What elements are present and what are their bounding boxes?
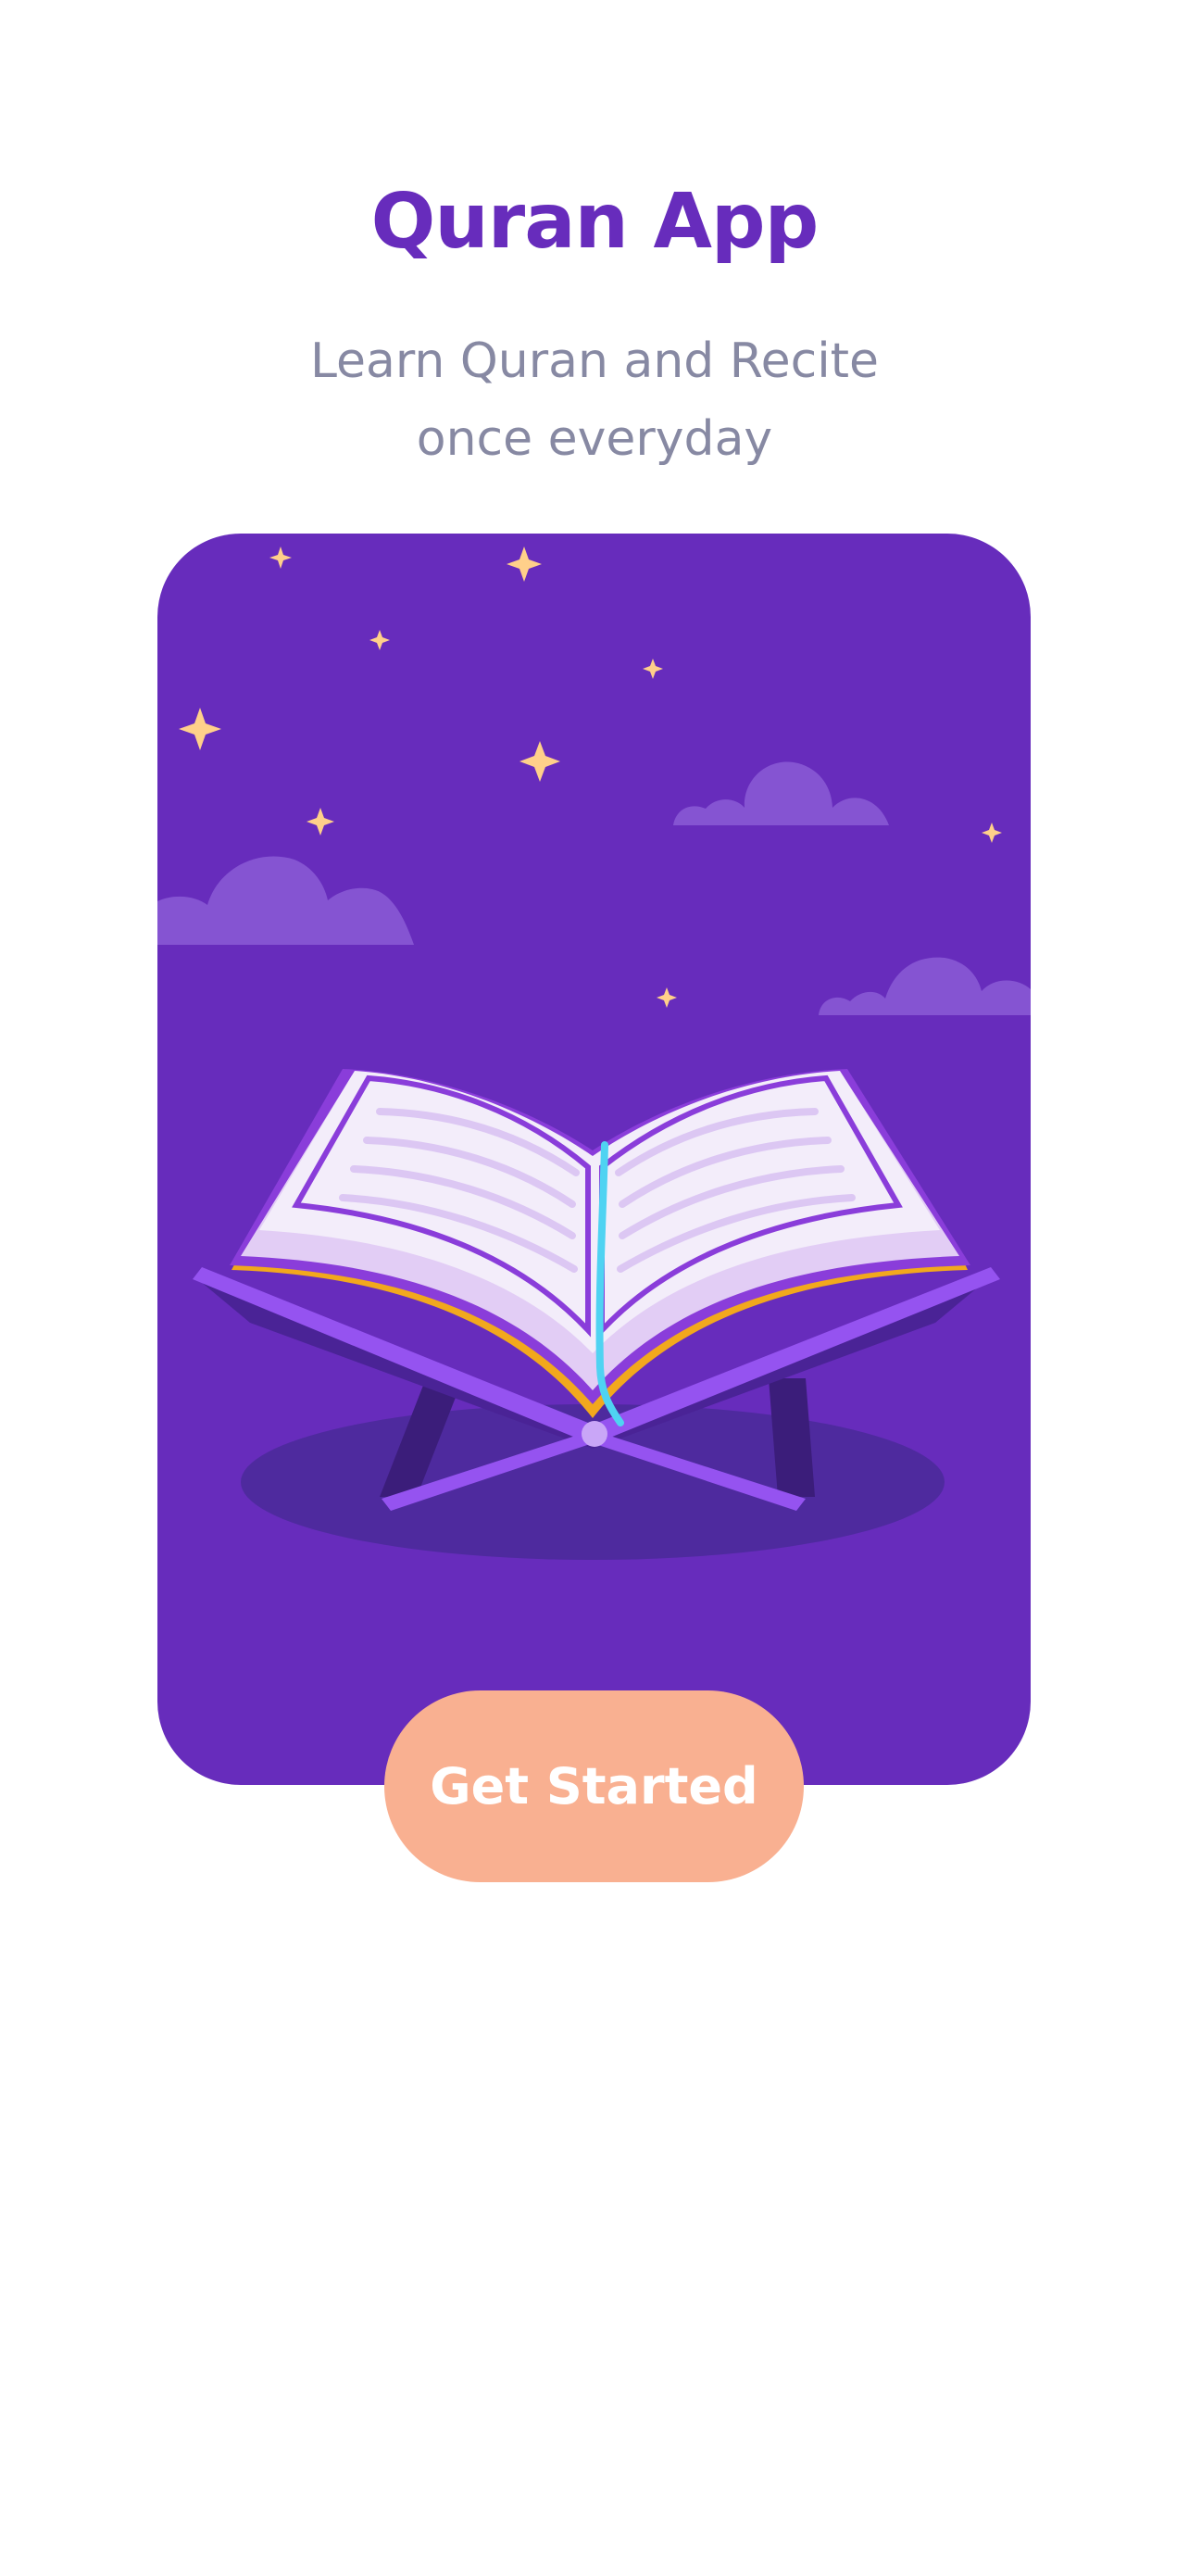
quran-illustration bbox=[157, 547, 1031, 1560]
star-icon bbox=[269, 547, 292, 569]
app-title: Quran App bbox=[370, 178, 820, 266]
cloud-icon bbox=[157, 856, 414, 945]
star-icon bbox=[369, 630, 390, 650]
star-icon bbox=[179, 708, 221, 750]
cloud-icon bbox=[819, 957, 1031, 1015]
clouds-decoration bbox=[157, 761, 1031, 1015]
subtitle-line-1: Learn Quran and Recite bbox=[309, 333, 880, 389]
star-icon bbox=[657, 987, 677, 1008]
get-started-button[interactable]: Get Started bbox=[384, 1690, 804, 1882]
app-subtitle: Learn Quran and Recite once everyday bbox=[224, 322, 965, 478]
star-icon bbox=[307, 808, 334, 836]
open-quran-book bbox=[230, 1069, 970, 1426]
cloud-icon bbox=[673, 761, 889, 825]
star-icon bbox=[519, 741, 560, 782]
hero-card bbox=[157, 534, 1031, 1785]
star-icon bbox=[507, 547, 542, 582]
star-icon bbox=[643, 659, 663, 679]
star-icon bbox=[982, 823, 1002, 843]
stand-joint bbox=[582, 1421, 607, 1447]
subtitle-line-2: once everyday bbox=[416, 411, 773, 467]
